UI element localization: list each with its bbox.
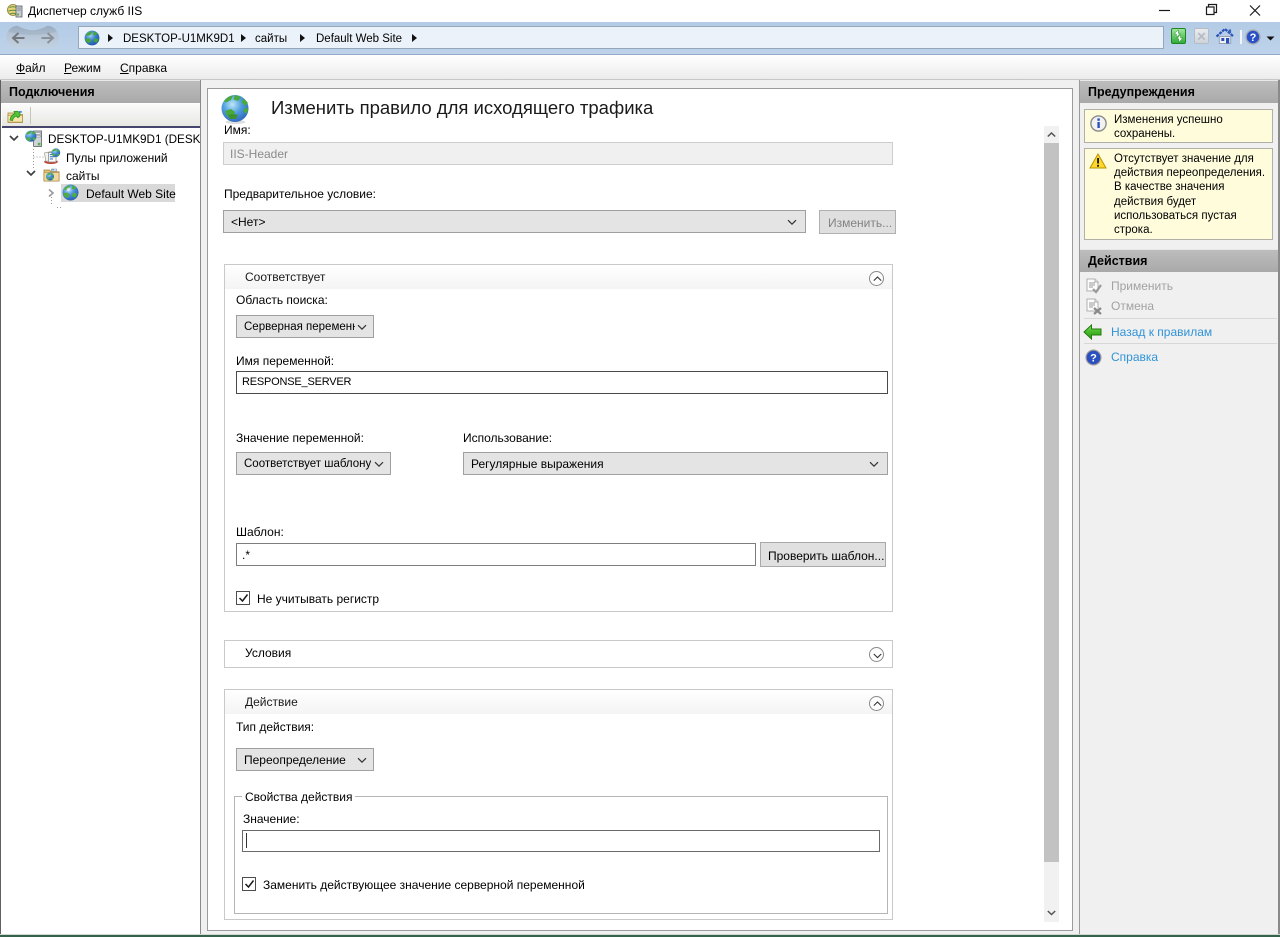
svg-text:?: ?	[1250, 32, 1257, 44]
svg-text:?: ?	[1090, 353, 1097, 365]
